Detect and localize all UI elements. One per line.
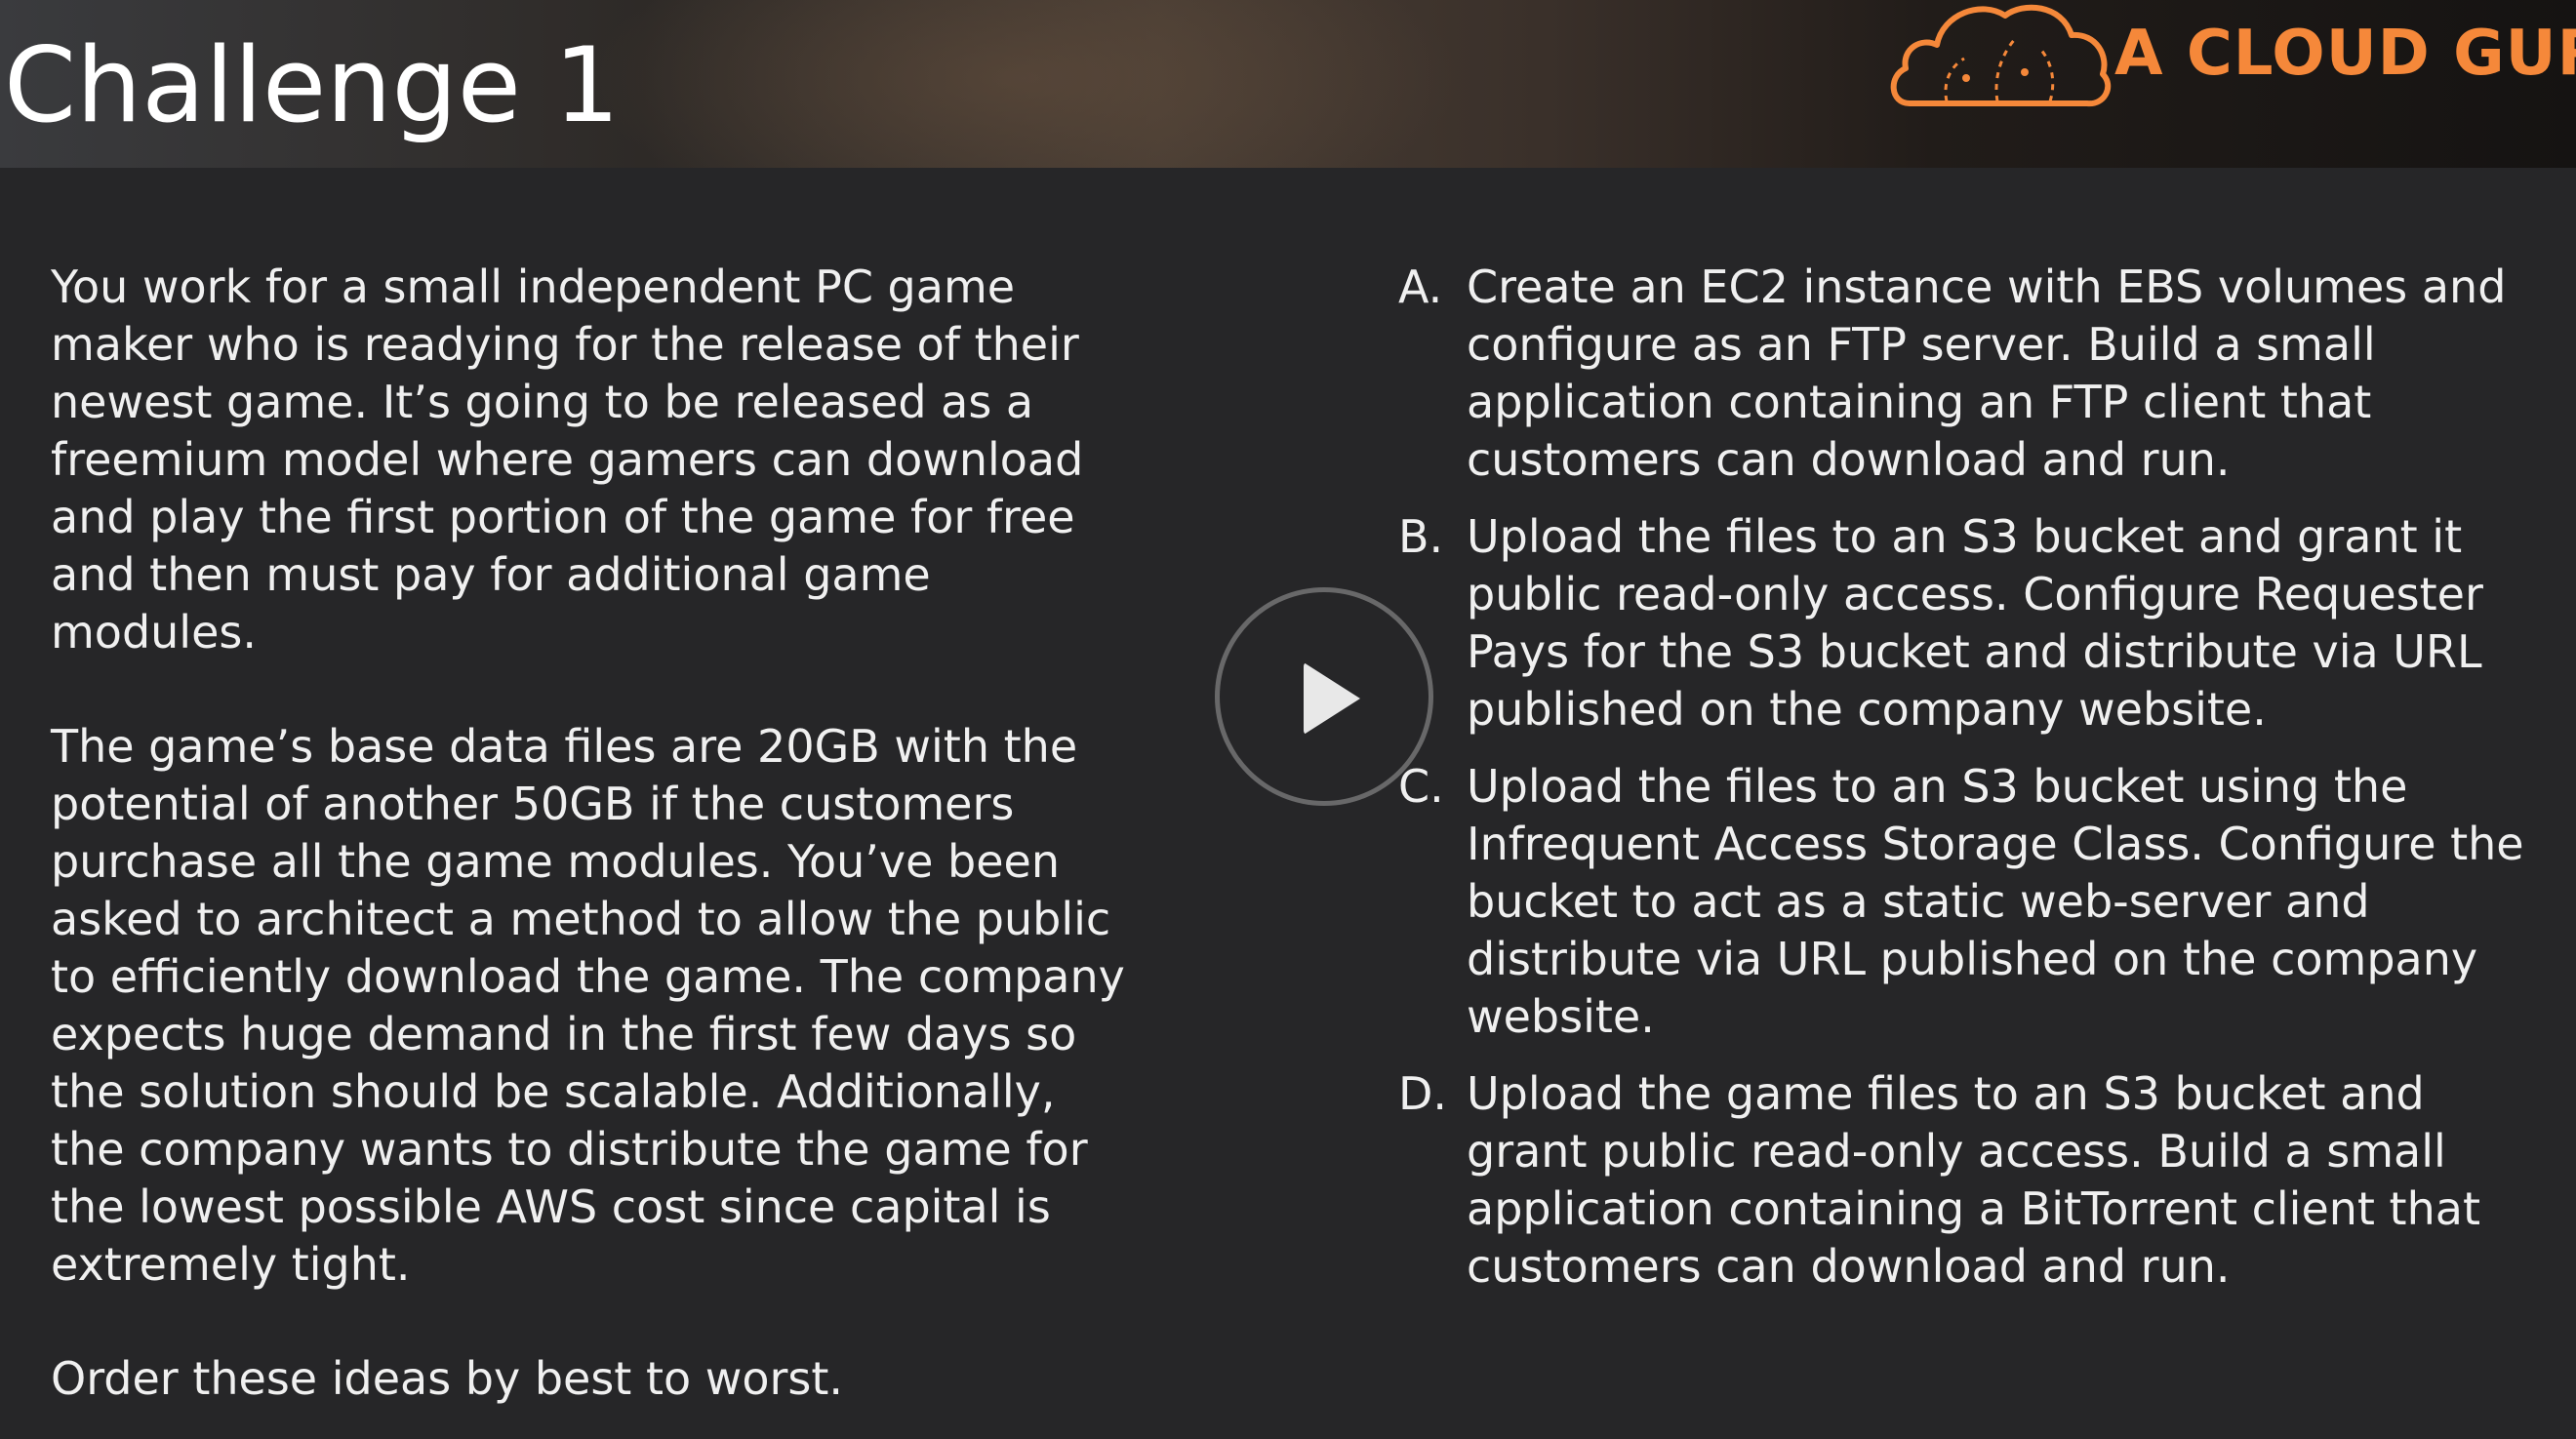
slide-header: Challenge 1 A CLOUD GURU	[0, 0, 2576, 168]
option-text: Upload the files to an S3 bucket and gra…	[1467, 510, 2483, 736]
option-letter: A.	[1398, 260, 1443, 313]
option-d: D. Upload the game files to an S3 bucket…	[1398, 1065, 2550, 1296]
option-a: A. Create an EC2 instance with EBS volum…	[1398, 259, 2550, 489]
option-letter: D.	[1398, 1067, 1448, 1120]
option-b: B. Upload the files to an S3 bucket and …	[1398, 508, 2550, 739]
slide-title: Challenge 1	[4, 25, 621, 145]
play-icon	[1304, 662, 1360, 735]
question-text: You work for a small independent PC game…	[51, 259, 1134, 1408]
play-button[interactable]	[1215, 587, 1433, 806]
question-paragraph-2: The game’s base data files are 20GB with…	[51, 720, 1125, 1291]
question-paragraph-1: You work for a small independent PC game…	[51, 260, 1084, 659]
option-text: Upload the game files to an S3 bucket an…	[1467, 1067, 2480, 1293]
header-background-photo	[585, 0, 1464, 168]
answer-options: A. Create an EC2 instance with EBS volum…	[1398, 259, 2550, 1315]
brand-logo: A CLOUD GURU	[1888, 0, 2576, 117]
option-text: Create an EC2 instance with EBS volumes …	[1467, 260, 2507, 486]
cloud-logo-icon	[1890, 4, 2112, 107]
question-instruction: Order these ideas by best to worst.	[51, 1352, 844, 1405]
option-c: C. Upload the files to an S3 bucket usin…	[1398, 758, 2550, 1046]
option-text: Upload the files to an S3 bucket using t…	[1467, 760, 2524, 1043]
logo-wordmark: A CLOUD GURU	[2114, 18, 2576, 90]
option-letter: B.	[1398, 510, 1444, 563]
